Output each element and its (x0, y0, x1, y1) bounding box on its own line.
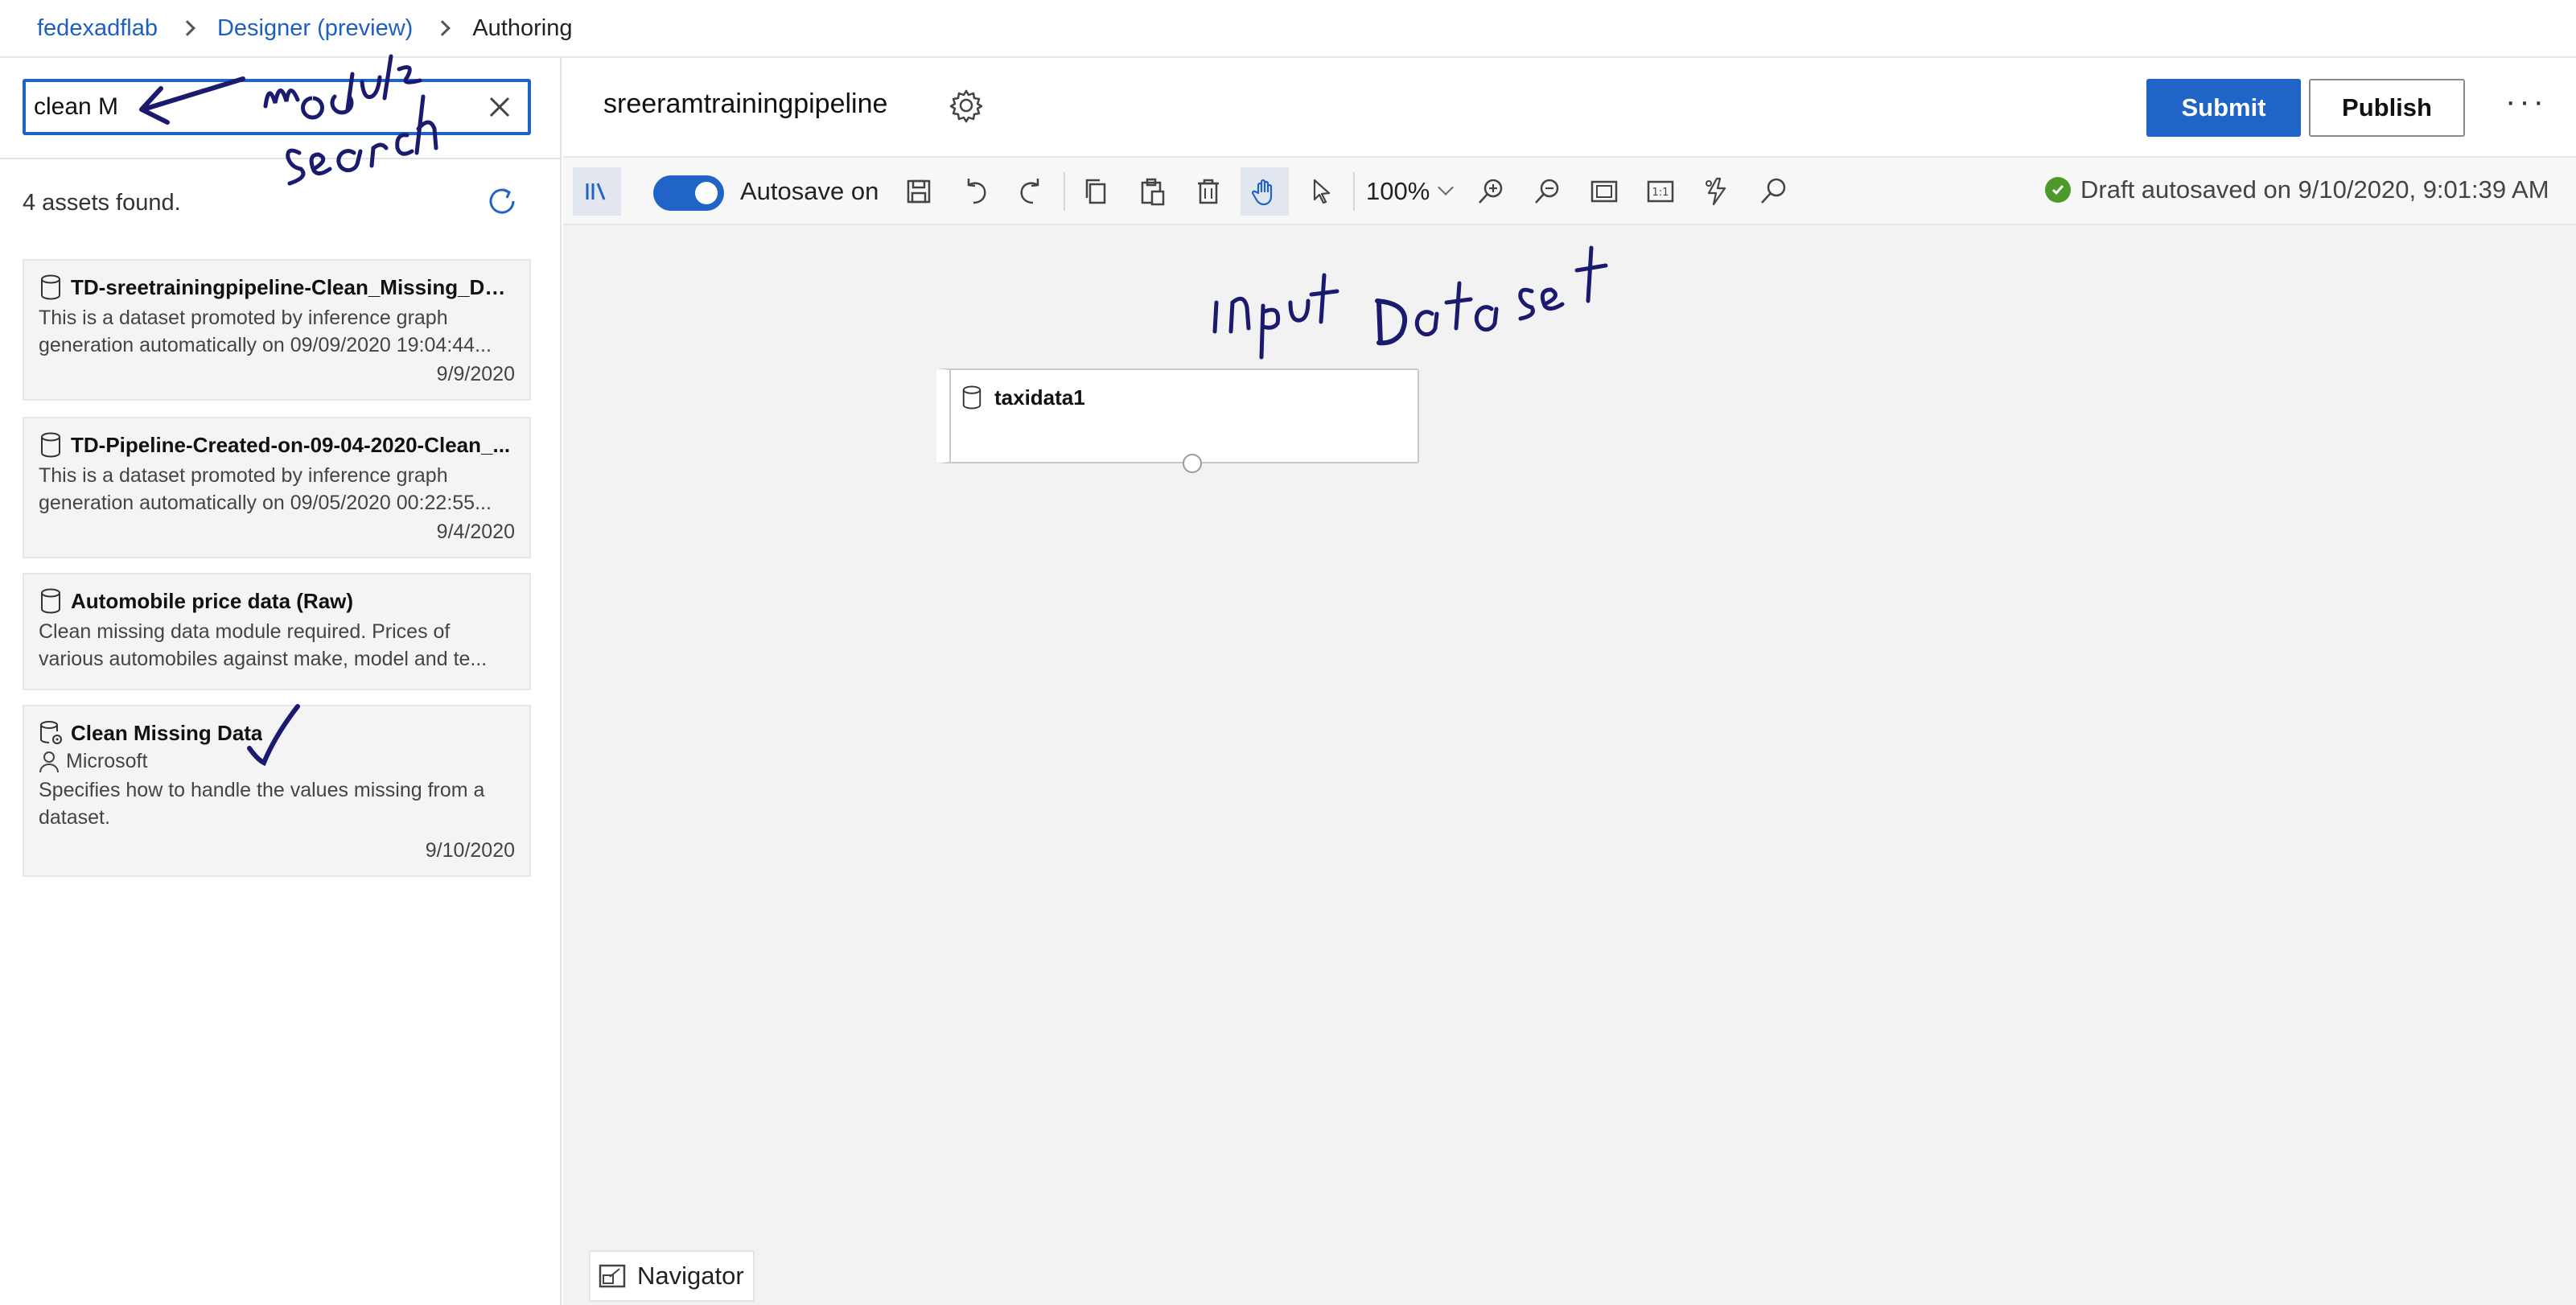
divider (0, 158, 562, 159)
asset-search-box[interactable] (23, 79, 531, 135)
zoom-out-icon (1535, 179, 1559, 204)
trash-icon (1198, 179, 1219, 204)
autosave-toggle[interactable] (653, 175, 724, 211)
asset-card-title: TD-sreetrainingpipeline-Clean_Missing_Da… (71, 274, 515, 299)
auto-layout-icon (1706, 177, 1726, 206)
canvas-toolbar: Autosave on 100% 1:1 Draft autosaved on … (563, 158, 2576, 225)
auto-layout-button[interactable] (1693, 167, 1741, 216)
search-icon (1761, 178, 1786, 204)
search-canvas-button[interactable] (1749, 167, 1797, 216)
chevron-down-icon (1438, 179, 1454, 196)
dataset-node-title: taxidata1 (994, 385, 1085, 410)
close-icon[interactable] (486, 93, 513, 121)
breadcrumb: fedexadflab Designer (preview) Authoring (0, 0, 2576, 58)
asset-card-date: 9/9/2020 (436, 363, 515, 385)
submit-button[interactable]: Submit (2146, 79, 2301, 137)
actual-size-button[interactable]: 1:1 (1636, 167, 1685, 216)
asset-card-description: This is a dataset promoted by inference … (39, 307, 492, 356)
copy-button[interactable] (1072, 167, 1120, 216)
module-card-date: 9/10/2020 (425, 839, 515, 862)
undo-button[interactable] (951, 167, 999, 216)
dataset-icon (962, 385, 981, 410)
actual-size-label: 1:1 (1652, 187, 1669, 199)
paste-icon (1141, 178, 1165, 206)
asset-search-input[interactable] (26, 93, 476, 121)
delete-button[interactable] (1184, 167, 1232, 216)
pipeline-canvas[interactable]: taxidata1 Navigator (563, 225, 2576, 1305)
asset-card[interactable]: Automobile price data (Raw) Clean missin… (23, 573, 531, 690)
dataset-icon (41, 588, 60, 614)
module-author-name: Microsoft (66, 750, 148, 772)
breadcrumb-designer-link[interactable]: Designer (preview) (217, 15, 413, 42)
fit-to-screen-button[interactable] (1580, 167, 1628, 216)
fit-screen-icon (1590, 180, 1618, 203)
breadcrumb-current: Authoring (472, 14, 573, 41)
asset-card-title: TD-Pipeline-Created-on-09-04-2020-Clean_… (71, 432, 511, 457)
navigator-label: Navigator (637, 1262, 744, 1290)
results-count: 4 assets found. (23, 190, 181, 216)
module-author: Microsoft (39, 750, 515, 773)
dataset-icon (41, 432, 60, 458)
autosave-status-text: Draft autosaved on 9/10/2020, 9:01:39 AM (2080, 175, 2549, 204)
asset-library-panel: 4 assets found. TD-sreetrainingpipeline-… (0, 58, 562, 1305)
chevron-right-icon (179, 20, 195, 36)
navigator-icon (599, 1264, 626, 1288)
dataset-node[interactable]: taxidata1 (936, 368, 1419, 473)
zoom-level-dropdown[interactable]: 100% (1366, 177, 1430, 206)
pipeline-title: sreeramtrainingpipeline (603, 89, 888, 119)
autosave-status: Draft autosaved on 9/10/2020, 9:01:39 AM (2045, 175, 2549, 204)
library-toggle-button[interactable] (573, 167, 621, 216)
module-icon (40, 721, 62, 744)
save-button[interactable] (895, 167, 943, 216)
person-icon (39, 751, 59, 772)
asset-card[interactable]: TD-sreetrainingpipeline-Clean_Missing_Da… (23, 259, 531, 401)
actual-size-icon: 1:1 (1647, 180, 1674, 203)
library-icon (586, 183, 606, 200)
autosave-label: Autosave on (740, 177, 879, 205)
asset-card[interactable]: TD-Pipeline-Created-on-09-04-2020-Clean_… (23, 417, 531, 558)
zoom-out-button[interactable] (1524, 167, 1572, 216)
node-output-port[interactable] (1183, 454, 1202, 473)
save-icon (907, 179, 931, 204)
toolbar-divider (1353, 172, 1355, 211)
check-circle-icon (2045, 177, 2071, 203)
dataset-icon (41, 274, 60, 300)
redo-button[interactable] (1007, 167, 1056, 216)
zoom-in-button[interactable] (1467, 167, 1516, 216)
redo-icon (1020, 179, 1039, 204)
hand-icon (1251, 179, 1273, 206)
asset-card-description: Clean missing data module required. Pric… (39, 620, 488, 670)
undo-icon (967, 179, 986, 204)
module-card[interactable]: Clean Missing Data Microsoft Specifies h… (23, 705, 531, 877)
refresh-icon[interactable] (483, 182, 521, 220)
pan-tool-button[interactable] (1241, 167, 1289, 216)
paste-button[interactable] (1128, 167, 1176, 216)
pointer-icon (1313, 179, 1331, 204)
toolbar-divider (1064, 172, 1065, 211)
chevron-right-icon (434, 20, 451, 36)
copy-icon (1085, 179, 1106, 204)
gear-icon[interactable] (948, 87, 985, 124)
publish-button[interactable]: Publish (2309, 79, 2465, 137)
more-options-icon[interactable]: ··· (2505, 85, 2547, 117)
breadcrumb-workspace-link[interactable]: fedexadflab (37, 15, 158, 42)
asset-card-title: Automobile price data (Raw) (71, 588, 354, 613)
module-card-title: Clean Missing Data (71, 720, 263, 745)
zoom-in-icon (1479, 179, 1503, 204)
pipeline-header: sreeramtrainingpipeline Submit Publish ·… (563, 58, 2576, 158)
asset-card-description: This is a dataset promoted by inference … (39, 464, 492, 514)
select-tool-button[interactable] (1297, 167, 1345, 216)
asset-card-date: 9/4/2020 (436, 521, 515, 543)
navigator-button[interactable]: Navigator (589, 1250, 755, 1302)
module-card-description: Specifies how to handle the values missi… (39, 779, 485, 829)
